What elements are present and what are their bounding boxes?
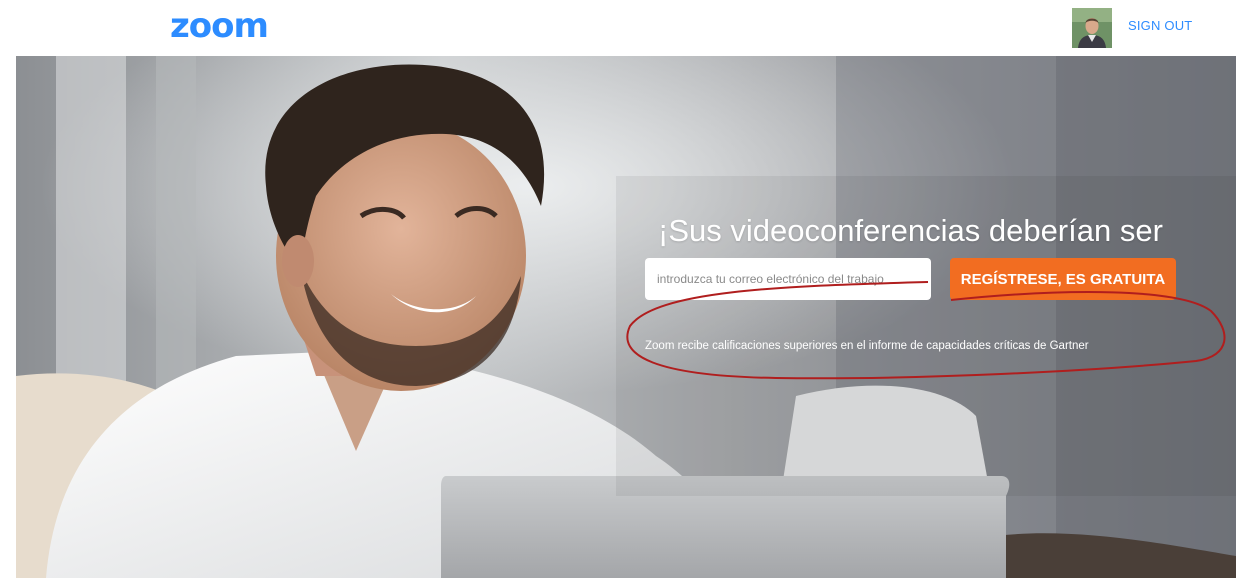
signup-free-button[interactable]: REGÍSTRESE, ES GRATUITA — [950, 258, 1176, 300]
top-navigation-bar: zoom SIGN OUT — [0, 0, 1236, 56]
gartner-rating-text: Zoom recibe calificaciones superiores en… — [645, 340, 1089, 352]
hero-background-image — [16, 56, 1236, 578]
work-email-input[interactable] — [645, 258, 931, 300]
avatar-photo-icon — [1072, 8, 1112, 48]
hero-banner: ¡Sus videoconferencias deberían ser geni… — [16, 56, 1236, 578]
user-avatar[interactable] — [1072, 8, 1112, 48]
sign-out-link[interactable]: SIGN OUT — [1128, 18, 1192, 33]
zoom-logo[interactable]: zoom — [170, 6, 269, 46]
